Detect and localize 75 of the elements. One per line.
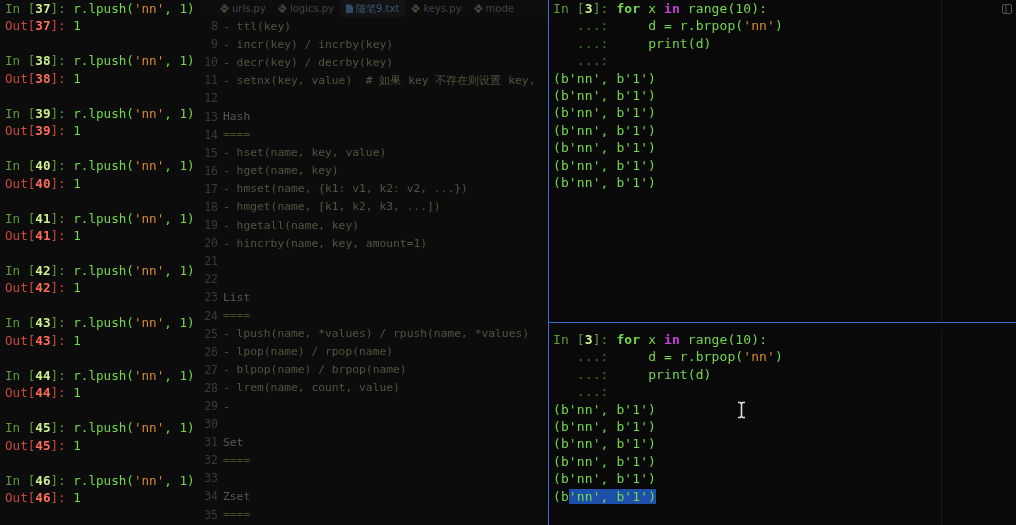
input-line: In [44]: r.lpush('nn', 1) bbox=[5, 366, 196, 385]
input-line: In [3]: for x in range(10): bbox=[553, 0, 768, 18]
input-line: In [42]: r.lpush('nn', 1) bbox=[5, 261, 196, 280]
code-line: ==== bbox=[223, 508, 251, 522]
output-line: (b'nn', b'1') bbox=[553, 86, 657, 105]
input-line: In [37]: r.lpush('nn', 1) bbox=[5, 0, 196, 18]
editor-tab[interactable]: 随笔9.txt bbox=[340, 0, 406, 17]
code-line: - hset(name, key, value) bbox=[223, 146, 387, 160]
output-line: (b'nn', b'1') bbox=[553, 156, 657, 174]
output-line: (b'nn', b'1') bbox=[553, 400, 657, 418]
split-view-icon[interactable] bbox=[1002, 4, 1012, 14]
output-line: (b'nn', b'1') bbox=[553, 173, 657, 192]
output-line: Out[41]: 1 bbox=[5, 226, 82, 245]
code-line: - setnx(key, value) # 如果 key 不存在则设置 key, bbox=[223, 72, 536, 88]
code-line: - hgetall(name, key) bbox=[223, 218, 360, 232]
python-file-icon bbox=[411, 4, 421, 13]
output-line: Out[39]: 1 bbox=[5, 122, 82, 140]
code-line: - hmget(name, [k1, k2, k3, ...]) bbox=[223, 200, 441, 214]
document-icon bbox=[346, 4, 354, 13]
code-line: ==== bbox=[223, 309, 251, 323]
input-line: ...: print(d) bbox=[575, 365, 712, 384]
output-line: Out[44]: 1 bbox=[5, 384, 82, 402]
output-line: (b'nn', b'1') bbox=[553, 417, 657, 436]
code-line: - bbox=[223, 399, 230, 413]
output-line: (b'nn', b'1') bbox=[553, 69, 657, 87]
python-file-icon bbox=[220, 4, 229, 13]
output-line: (b'nn', b'1') bbox=[553, 435, 657, 453]
code-line: ==== bbox=[223, 128, 251, 142]
code-line: - ttl(key) bbox=[223, 19, 291, 33]
code-line: ==== bbox=[223, 453, 251, 467]
code-line: - decr(key) / decrby(key) bbox=[223, 55, 394, 69]
input-line: In [39]: r.lpush('nn', 1) bbox=[5, 104, 196, 123]
editor-tab[interactable]: mode bbox=[467, 0, 520, 17]
editor-tab[interactable]: logics.py bbox=[271, 0, 341, 17]
input-line: In [3]: for x in range(10): bbox=[553, 331, 768, 349]
output-line: (b'nn', b'1') bbox=[553, 487, 657, 505]
code-line: - incr(key) / incrby(key) bbox=[223, 37, 394, 51]
code-line: - lpush(name, *values) / rpush(name, *values) bbox=[223, 327, 530, 341]
output-line: (b'nn', b'1') bbox=[553, 104, 657, 122]
output-line: (b'nn', b'1') bbox=[553, 452, 657, 471]
python-file-icon bbox=[277, 4, 287, 13]
editor-tab[interactable]: keys.py bbox=[405, 0, 468, 17]
input-line: ...: d = r.brpop('nn') bbox=[575, 17, 783, 35]
output-line: Out[45]: 1 bbox=[5, 436, 82, 454]
code-line: List bbox=[223, 290, 251, 304]
output-line: Out[40]: 1 bbox=[5, 174, 82, 192]
output-line: (b'nn', b'1') bbox=[553, 121, 657, 140]
output-line: Out[43]: 1 bbox=[5, 331, 82, 350]
python-file-icon bbox=[473, 4, 483, 13]
code-line: - lpop(name) / rpop(name) bbox=[223, 345, 394, 359]
output-line: (b'nn', b'1') bbox=[553, 139, 657, 157]
input-line: ...: print(d) bbox=[575, 34, 712, 53]
input-line: In [40]: r.lpush('nn', 1) bbox=[5, 157, 196, 175]
code-line: - hmset(name, {k1: v1, k2: v2, ...}) bbox=[223, 182, 468, 196]
editor-tab[interactable]: urls.py bbox=[214, 0, 272, 17]
input-line: ...: bbox=[575, 52, 609, 70]
input-line: ...: bbox=[575, 383, 609, 401]
code-line: Set bbox=[223, 435, 244, 449]
code-line: Hash bbox=[223, 110, 251, 123]
output-line: Out[38]: 1 bbox=[5, 69, 82, 88]
output-line: Out[46]: 1 bbox=[5, 488, 82, 507]
code-line: Zset bbox=[223, 490, 251, 503]
output-line: (b'nn', b'1') bbox=[553, 470, 657, 488]
output-line: Out[42]: 1 bbox=[5, 279, 82, 297]
input-line: In [45]: r.lpush('nn', 1) bbox=[5, 419, 196, 437]
code-line: - lrem(name, count, value) bbox=[223, 381, 400, 395]
input-line: In [46]: r.lpush('nn', 1) bbox=[5, 471, 196, 489]
code-line: - hget(name, key) bbox=[223, 164, 339, 178]
code-line: - hincrby(name, key, amount=1) bbox=[223, 236, 428, 250]
code-line: - blpop(name) / brpop(name) bbox=[223, 363, 407, 377]
input-line: In [41]: r.lpush('nn', 1) bbox=[5, 209, 196, 227]
output-line: Out[37]: 1 bbox=[5, 17, 82, 35]
input-line: In [43]: r.lpush('nn', 1) bbox=[5, 314, 196, 332]
input-line: ...: d = r.brpop('nn') bbox=[575, 348, 783, 366]
input-line: In [38]: r.lpush('nn', 1) bbox=[5, 52, 196, 70]
